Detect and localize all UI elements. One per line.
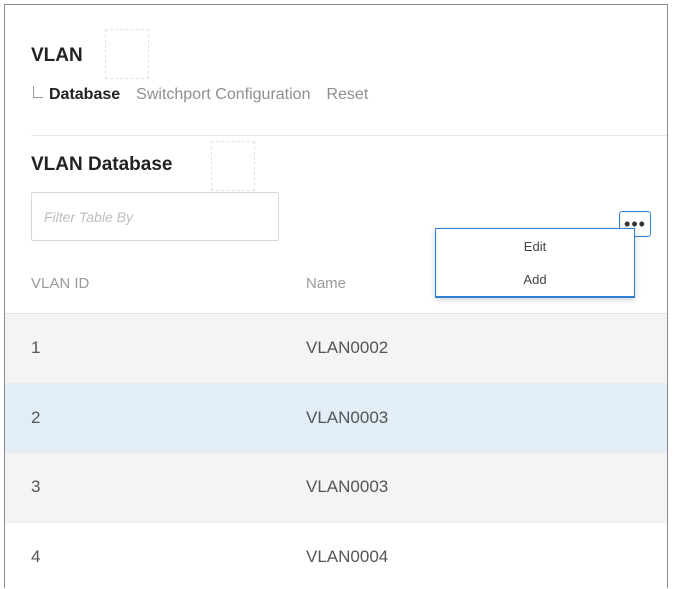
placeholder-box — [105, 29, 149, 79]
cell-name: VLAN0003 — [306, 477, 389, 496]
breadcrumb-switchport-configuration[interactable]: Switchport Configuration — [136, 86, 310, 104]
table-row[interactable]: 4 VLAN0004 — [5, 523, 667, 589]
section-title: VLAN Database — [31, 154, 173, 175]
column-header-vlan-id[interactable]: VLAN ID — [31, 275, 89, 292]
menu-item-edit[interactable]: Edit — [436, 230, 634, 263]
filter-input[interactable] — [31, 192, 279, 241]
page-title: VLAN — [31, 45, 83, 66]
breadcrumb: Database Switchport Configuration Reset — [33, 85, 384, 105]
menu-item-add[interactable]: Add — [436, 263, 634, 296]
table-row[interactable]: 2 VLAN0003 — [5, 383, 667, 453]
placeholder-box — [211, 141, 255, 191]
breadcrumb-reset[interactable]: Reset — [326, 86, 368, 104]
vlan-panel: VLAN Database Switchport Configuration R… — [4, 4, 668, 588]
column-header-name[interactable]: Name — [306, 275, 346, 292]
breadcrumb-database[interactable]: Database — [49, 86, 120, 104]
vlan-table-body: 1 VLAN0002 2 VLAN0003 3 VLAN0003 4 VLAN0… — [5, 314, 667, 588]
section-divider — [31, 135, 667, 136]
context-menu: Edit Add — [435, 228, 635, 298]
cell-name: VLAN0004 — [306, 546, 389, 566]
table-row[interactable]: 3 VLAN0003 — [5, 453, 667, 523]
cell-vlan-id: 4 — [31, 546, 41, 566]
cell-vlan-id: 2 — [31, 407, 41, 427]
cell-vlan-id: 1 — [31, 338, 41, 357]
tree-branch-icon — [33, 86, 43, 98]
table-row[interactable]: 1 VLAN0002 — [5, 314, 667, 384]
cell-name: VLAN0002 — [306, 338, 389, 357]
cell-vlan-id: 3 — [31, 477, 41, 496]
cell-name: VLAN0003 — [306, 407, 389, 427]
